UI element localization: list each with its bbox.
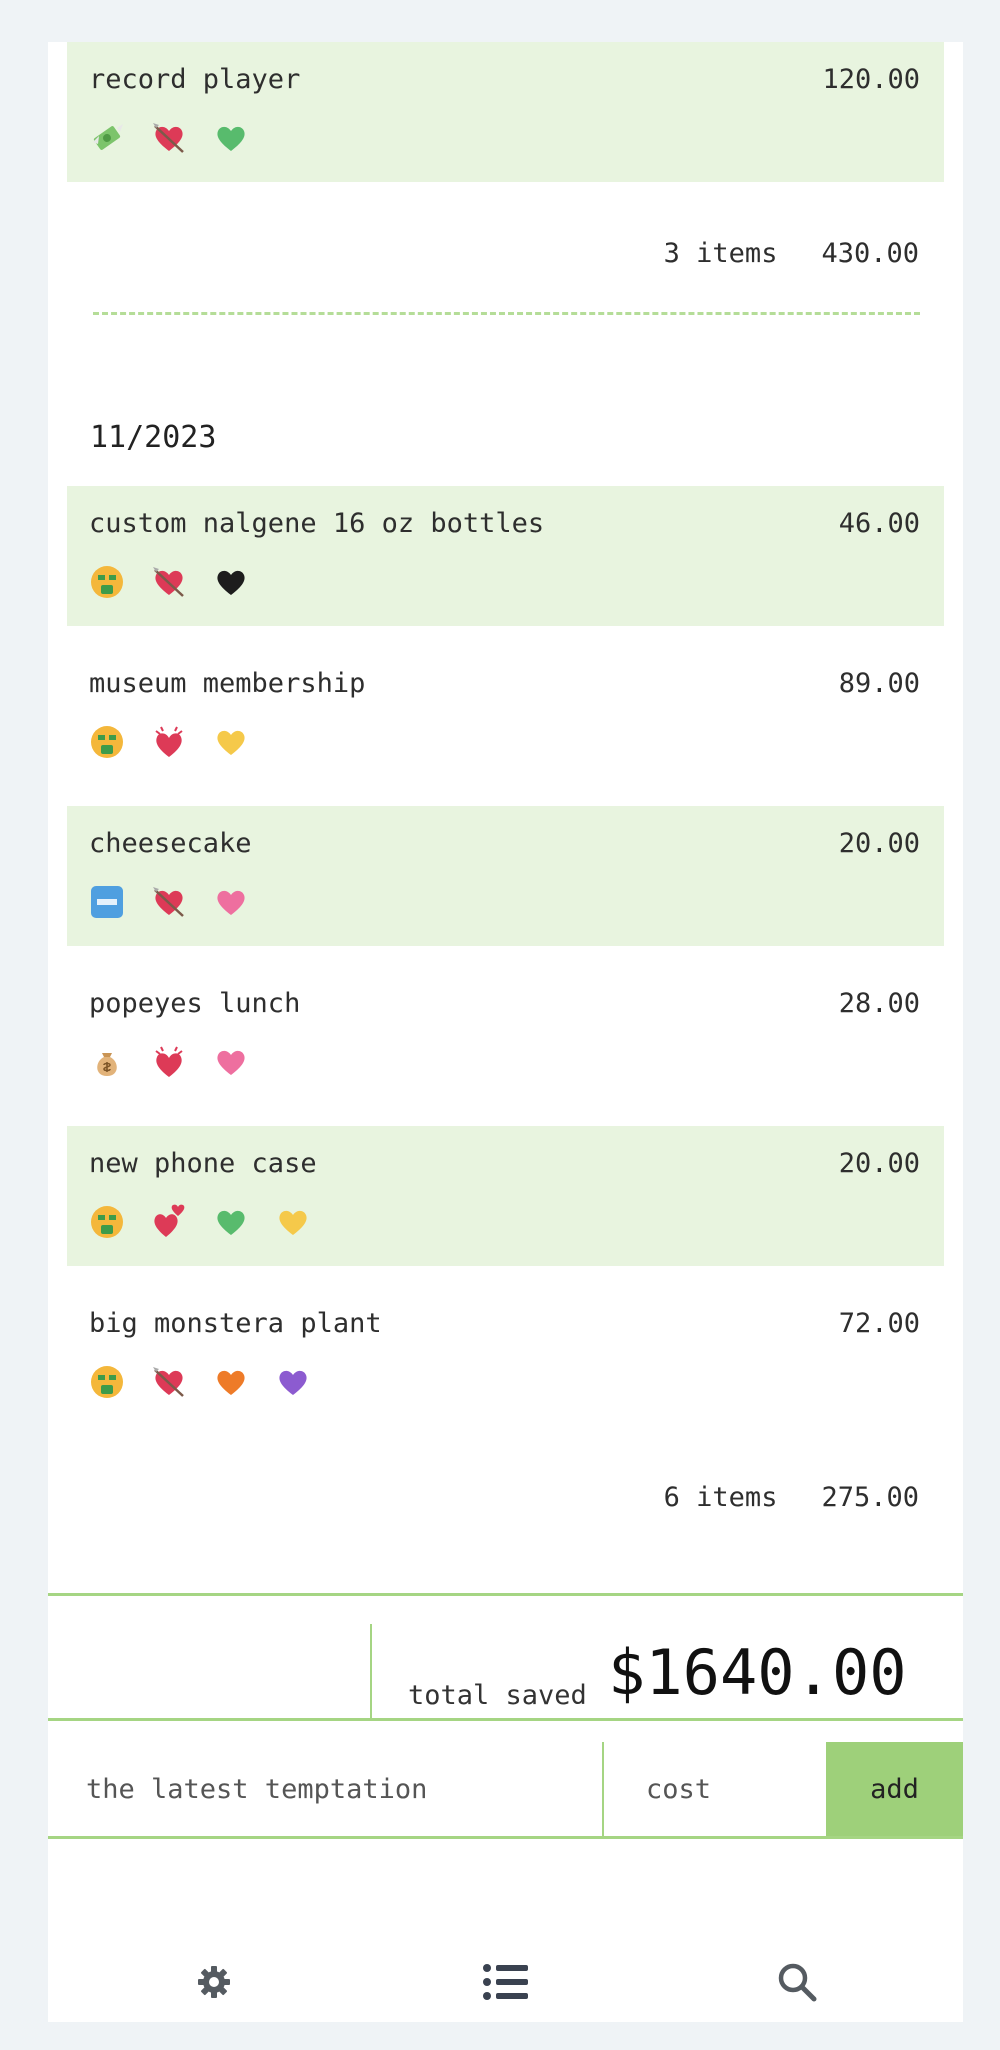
app-frame: record player 120.00 3 items 430.00 11/2…	[48, 42, 963, 2022]
yellow-heart-icon	[217, 730, 245, 755]
black-heart-icon	[217, 570, 245, 595]
total-saved-amount: $1640.00	[608, 1636, 907, 1709]
list-item[interactable]: big monstera plant 72.00	[67, 1286, 944, 1426]
heart-exclamation-icon	[154, 1204, 185, 1237]
list-icon	[483, 1964, 528, 2000]
list-item[interactable]: record player 120.00	[67, 42, 944, 182]
temptation-name-input[interactable]	[48, 1742, 602, 1836]
list-item[interactable]: custom nalgene 16 oz bottles 46.00	[67, 486, 944, 626]
item-tags	[89, 1044, 249, 1080]
item-name: record player	[89, 64, 301, 95]
beating-heart-icon	[155, 1046, 183, 1077]
green-heart-icon	[217, 1210, 245, 1235]
money-mouth-face-icon	[91, 1366, 123, 1398]
group-summary: 3 items 430.00	[664, 238, 919, 269]
total-saved-label: total saved	[408, 1680, 587, 1711]
item-price: 28.00	[838, 988, 920, 1019]
item-name: popeyes lunch	[89, 988, 301, 1019]
pink-heart-icon	[217, 1050, 245, 1075]
money-mouth-face-icon	[91, 726, 123, 758]
item-tags	[89, 884, 249, 920]
item-price: 120.00	[822, 64, 920, 95]
month-heading: 11/2023	[90, 420, 217, 455]
total-divider	[370, 1624, 372, 1718]
heart-arrow-icon	[153, 887, 184, 917]
add-item-form: add	[48, 1742, 963, 1839]
search-nav-button[interactable]	[757, 1942, 837, 2022]
item-name: new phone case	[89, 1148, 317, 1179]
money-bag-icon	[97, 1053, 117, 1076]
item-tags	[89, 120, 249, 156]
item-tags	[89, 1204, 311, 1240]
item-price: 46.00	[838, 508, 920, 539]
money-wings-icon	[93, 124, 123, 150]
item-tags	[89, 1364, 311, 1400]
item-name: cheesecake	[89, 828, 252, 859]
settings-nav-button[interactable]	[174, 1942, 254, 2022]
item-tags	[89, 564, 249, 600]
heart-arrow-icon	[153, 123, 184, 153]
cost-input[interactable]	[604, 1742, 826, 1836]
group-total: 430.00	[821, 238, 919, 269]
heart-arrow-icon	[153, 567, 184, 597]
money-mouth-face-icon	[91, 566, 123, 598]
bottom-nav	[48, 1942, 963, 2022]
orange-heart-icon	[217, 1370, 245, 1395]
group-divider	[93, 312, 920, 315]
item-price: 20.00	[838, 1148, 920, 1179]
purple-heart-icon	[279, 1370, 307, 1395]
pink-heart-icon	[217, 890, 245, 915]
item-price: 72.00	[838, 1308, 920, 1339]
green-heart-icon	[217, 126, 245, 151]
list-item[interactable]: museum membership 89.00	[67, 646, 944, 786]
beating-heart-icon	[155, 726, 183, 757]
item-tags	[89, 724, 249, 760]
item-name: custom nalgene 16 oz bottles	[89, 508, 545, 539]
yellow-heart-icon	[279, 1210, 307, 1235]
add-button[interactable]: add	[826, 1742, 963, 1836]
item-name: museum membership	[89, 668, 366, 699]
list-item[interactable]: popeyes lunch 28.00	[67, 966, 944, 1106]
free-button-icon	[91, 886, 123, 918]
total-saved-bar: total saved $1640.00	[48, 1593, 963, 1721]
list-item[interactable]: new phone case 20.00	[67, 1126, 944, 1266]
heart-arrow-icon	[153, 1367, 184, 1397]
list-item[interactable]: cheesecake 20.00	[67, 806, 944, 946]
group-summary: 6 items 275.00	[664, 1482, 919, 1513]
item-name: big monstera plant	[89, 1308, 382, 1339]
item-price: 20.00	[838, 828, 920, 859]
list-nav-button[interactable]	[466, 1942, 546, 2022]
search-icon	[778, 1963, 817, 2002]
group-total: 275.00	[821, 1482, 919, 1513]
group-item-count: 6 items	[663, 1482, 778, 1513]
group-item-count: 3 items	[663, 238, 778, 269]
item-price: 89.00	[838, 668, 920, 699]
gear-icon	[198, 1966, 230, 1998]
money-mouth-face-icon	[91, 1206, 123, 1238]
